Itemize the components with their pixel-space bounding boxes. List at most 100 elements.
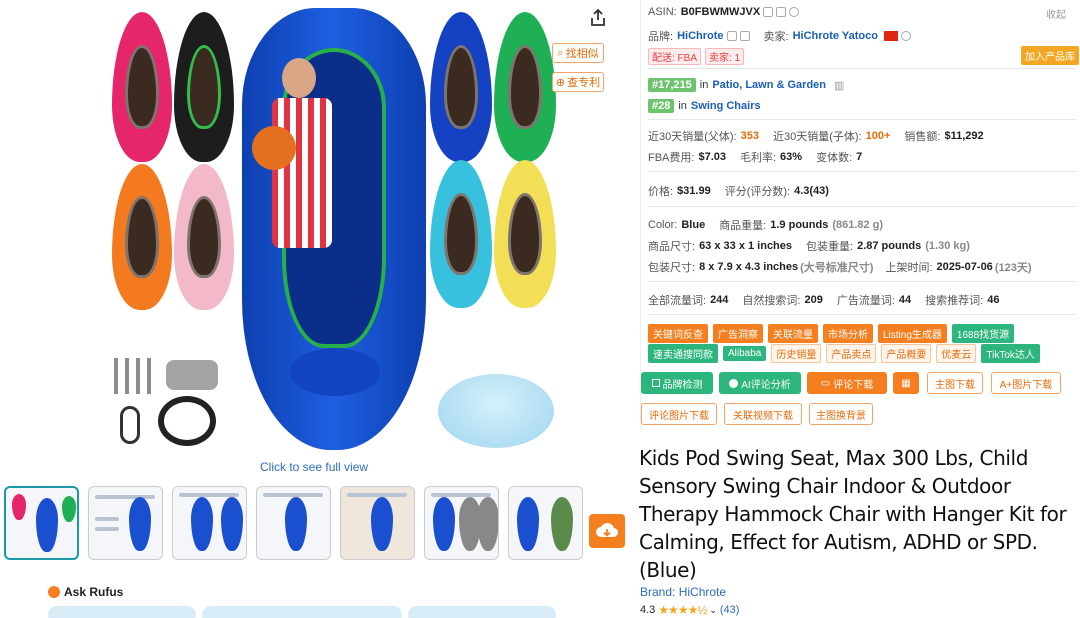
ad-insight-tool[interactable]: 广告洞察 bbox=[713, 324, 763, 343]
aliexpress-search-tool[interactable]: 速卖通搜同款 bbox=[648, 344, 718, 363]
divider bbox=[648, 206, 1076, 207]
tag-row: 配送: FBA 卖家: 1 bbox=[648, 48, 748, 65]
product-gallery: ⌕ 找相似 ⊕ 查专利 Click to see full view Ask Ruf… bbox=[0, 0, 632, 618]
rating-summary[interactable]: 4.3 ★★★★½ ⌄ (43) bbox=[640, 603, 739, 617]
rufus-chip[interactable] bbox=[408, 606, 556, 618]
review-download-button[interactable]: ▭ 评论下载 bbox=[807, 372, 887, 394]
orange-pod-image bbox=[112, 164, 172, 310]
navy-pod-image bbox=[430, 12, 492, 162]
review-image-download-button[interactable]: 评论图片下载 bbox=[641, 403, 717, 425]
check-patent-button[interactable]: ⊕ 查专利 bbox=[552, 72, 604, 92]
divider bbox=[648, 171, 1076, 172]
divider bbox=[648, 314, 1076, 315]
hero-blue-pod bbox=[242, 8, 426, 450]
green-pod-image bbox=[494, 12, 556, 162]
pie-chart-icon bbox=[729, 378, 739, 388]
keywords-row: 全部流量词: 244 自然搜索词: 209 广告流量词: 44 搜索推荐词: 4… bbox=[648, 294, 1000, 307]
thumbnail-strip bbox=[4, 486, 584, 560]
cloud-download-icon bbox=[596, 523, 619, 538]
yellow-pod-image bbox=[494, 160, 556, 308]
search-icon: ⌕ bbox=[557, 46, 564, 59]
thumbnail-1[interactable] bbox=[4, 486, 79, 560]
thumbnail-5[interactable] bbox=[340, 486, 415, 560]
1688-source-tool[interactable]: 1688找货源 bbox=[951, 324, 1015, 343]
rating-count-link[interactable]: (43) bbox=[720, 604, 740, 616]
seller-count-tag: 卖家: 1 bbox=[705, 48, 745, 65]
main-image-download-button[interactable]: 主图下载 bbox=[927, 372, 983, 394]
tiktok-influencer-tool[interactable]: TikTok达人 bbox=[981, 344, 1040, 363]
size-row: 商品尺寸: 63 x 33 x 1 inches 包装重量: 2.87 poun… bbox=[648, 240, 970, 253]
keyword-reverse-tool[interactable]: 关键词反查 bbox=[648, 324, 708, 343]
carabiner-image bbox=[120, 406, 140, 444]
related-video-download-button[interactable]: 关联视频下载 bbox=[724, 403, 802, 425]
inflatable-cushion-image bbox=[438, 374, 554, 448]
product-summary-tool[interactable]: 产品概要 bbox=[881, 344, 932, 363]
category-link-patio[interactable]: Patio, Lawn & Garden bbox=[712, 79, 826, 91]
asin-row: ASIN: B0FBWMWJVX bbox=[648, 6, 800, 18]
full-view-link[interactable]: Click to see full view bbox=[260, 460, 368, 474]
share-icon[interactable] bbox=[588, 8, 608, 28]
chevron-down-icon[interactable]: ⌄ bbox=[709, 605, 717, 616]
rank-row-1: #17,215 in Patio, Lawn & Garden ▥ bbox=[648, 78, 844, 92]
pink-pod-image bbox=[112, 12, 172, 162]
china-flag-icon bbox=[883, 31, 898, 41]
sales-row: 近30天销量(父体): 353 近30天销量(子体): 100+ 销售额: $1… bbox=[648, 130, 984, 143]
thumbnail-2[interactable] bbox=[88, 486, 163, 560]
rufus-suggestions bbox=[48, 606, 556, 618]
ai-review-analysis-button[interactable]: AI评论分析 bbox=[719, 372, 801, 394]
copy-icon[interactable] bbox=[763, 7, 774, 17]
main-product-image[interactable] bbox=[108, 8, 558, 456]
tools-row-2: 速卖通搜同款 Alibaba 历史销量 产品卖点 产品概要 优麦云 TikTok… bbox=[648, 344, 1045, 363]
black-pod-image bbox=[174, 12, 234, 162]
fulfillment-tag: 配送: FBA bbox=[648, 48, 702, 65]
add-to-library-button[interactable]: 加入产品库 bbox=[1021, 46, 1079, 65]
listing-generator-tool[interactable]: Listing生成器 bbox=[878, 324, 947, 343]
seller-link[interactable]: HiChrote Yatoco bbox=[793, 30, 878, 42]
youmaiyun-tool[interactable]: 优麦云 bbox=[936, 344, 977, 363]
copy-link-icon[interactable] bbox=[776, 7, 787, 17]
location-icon[interactable] bbox=[900, 31, 911, 41]
ask-rufus[interactable]: Ask Rufus bbox=[48, 585, 123, 599]
calculator-icon: ▦ bbox=[901, 377, 911, 389]
download-images-button[interactable] bbox=[589, 514, 625, 548]
strap-image bbox=[158, 396, 216, 446]
calculator-button[interactable]: ▦ bbox=[893, 372, 919, 394]
comment-icon: ▭ bbox=[820, 377, 831, 389]
tools-row-1: 关键词反查 广告洞察 关联流量 市场分析 Listing生成器 1688找货源 bbox=[648, 324, 1019, 343]
brand-link[interactable]: HiChrote bbox=[677, 30, 723, 42]
product-title: Kids Pod Swing Seat, Max 300 Lbs, Child … bbox=[639, 446, 1067, 582]
history-sales-tool[interactable]: 历史销量 bbox=[771, 344, 822, 363]
external-link-icon[interactable] bbox=[739, 31, 750, 41]
collapse-button[interactable]: 收起 bbox=[1046, 6, 1066, 21]
main-image-bg-replace-button[interactable]: 主图换背景 bbox=[809, 403, 873, 425]
location-icon[interactable] bbox=[789, 7, 800, 17]
brand-store-link[interactable]: Brand: HiChrote bbox=[640, 585, 726, 599]
screws-image bbox=[114, 358, 158, 394]
rufus-chip[interactable] bbox=[202, 606, 402, 618]
aplus-image-download-button[interactable]: A+图片下载 bbox=[991, 372, 1061, 394]
find-similar-button[interactable]: ⌕ 找相似 bbox=[552, 43, 604, 63]
brand-seller-row: 品牌: HiChrote 卖家: HiChrote Yatoco bbox=[648, 28, 911, 44]
price-row: 价格: $31.99 评分(评分数): 4.3(43) bbox=[648, 185, 829, 198]
related-traffic-tool[interactable]: 关联流量 bbox=[768, 324, 818, 343]
rufus-chip[interactable] bbox=[48, 606, 196, 618]
square-icon bbox=[651, 379, 660, 387]
copy-icon[interactable] bbox=[726, 31, 737, 41]
thumbnail-4[interactable] bbox=[256, 486, 331, 560]
bar-chart-icon[interactable]: ▥ bbox=[834, 79, 844, 92]
brand-check-button[interactable]: 品牌检测 bbox=[641, 372, 713, 394]
seller-tool-panel: ASIN: B0FBWMWJVX 收起 品牌: HiChrote 卖家: HiC… bbox=[640, 0, 1080, 430]
thumbnail-7[interactable] bbox=[508, 486, 583, 560]
asin-value[interactable]: B0FBWMWJVX bbox=[681, 6, 760, 18]
category-link-swing-chairs[interactable]: Swing Chairs bbox=[691, 100, 761, 112]
thumbnail-6[interactable] bbox=[424, 486, 499, 560]
market-analysis-tool[interactable]: 市场分析 bbox=[823, 324, 873, 343]
package-row: 包装尺寸: 8 x 7.9 x 4.3 inches (大号标准尺寸) 上架时间… bbox=[648, 261, 1032, 274]
hanger-plate-image bbox=[166, 360, 218, 390]
light-pink-pod-image bbox=[174, 164, 234, 310]
alibaba-tool[interactable]: Alibaba bbox=[723, 346, 767, 361]
selling-points-tool[interactable]: 产品卖点 bbox=[826, 344, 877, 363]
thumbnail-3[interactable] bbox=[172, 486, 247, 560]
divider bbox=[648, 119, 1076, 120]
divider bbox=[648, 281, 1076, 282]
